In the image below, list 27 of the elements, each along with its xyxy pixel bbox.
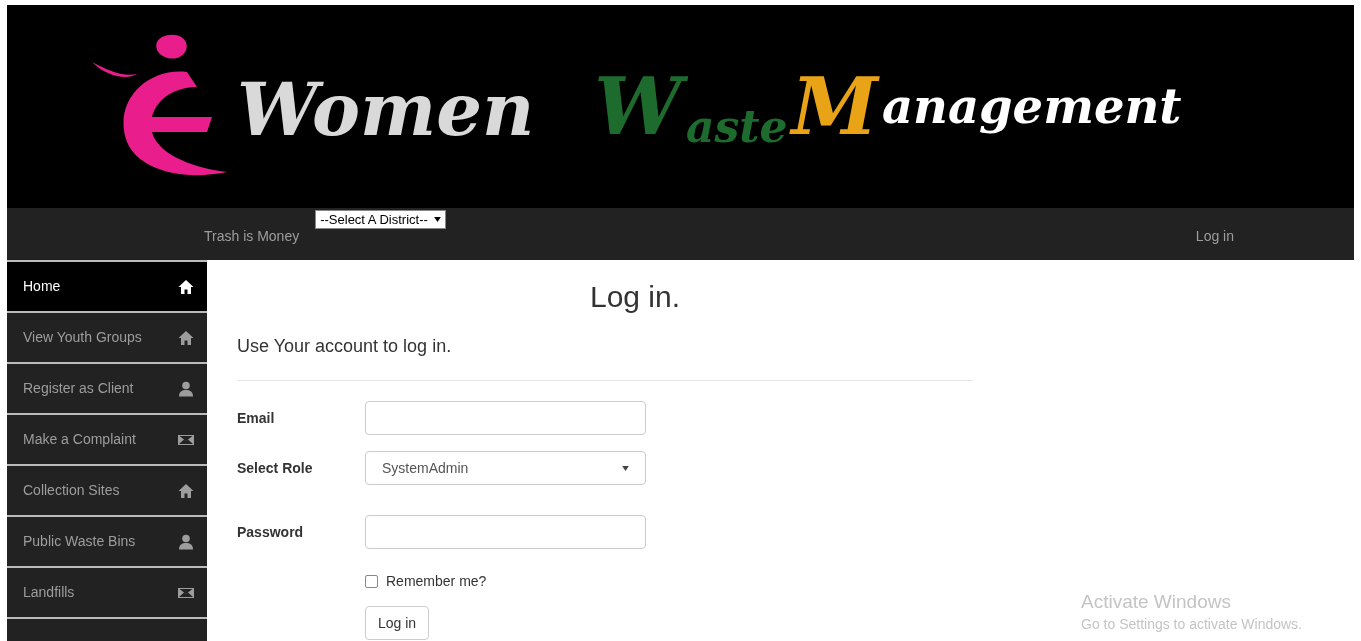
user-icon <box>178 533 194 550</box>
password-field[interactable] <box>365 515 646 549</box>
login-link[interactable]: Log in <box>1195 226 1234 247</box>
field-label: Email <box>237 408 276 428</box>
login-button[interactable]: Log in <box>365 606 430 640</box>
district-select[interactable]: --Select A District-- <box>315 210 446 229</box>
caret-icon <box>433 217 441 222</box>
field-label: Select Role <box>237 458 314 478</box>
caret-icon <box>622 465 629 471</box>
logo-text: Women <box>236 66 536 154</box>
logo-text: anagement <box>880 77 1183 136</box>
home-icon <box>178 329 194 346</box>
home-icon <box>178 278 194 295</box>
sidebar-item[interactable]: Home <box>7 260 207 311</box>
activation-text: Go to Settings to activate Windows. <box>1081 614 1302 634</box>
activation-title: Activate Windows <box>1081 590 1232 614</box>
form-subtitle: Use Your account to log in. <box>237 335 453 358</box>
role-select[interactable]: SystemAdmin <box>365 451 646 485</box>
logo-text: M <box>788 59 881 154</box>
page-title: Log in. <box>588 279 682 315</box>
remember-checkbox[interactable] <box>365 575 378 588</box>
tagline-link[interactable]: Trash is Money <box>204 226 300 247</box>
remember-label: Remember me? <box>386 572 487 591</box>
field-label: Password <box>237 522 305 542</box>
user-icon <box>178 380 194 397</box>
email-field[interactable] <box>365 401 646 435</box>
home-icon <box>178 482 194 499</box>
